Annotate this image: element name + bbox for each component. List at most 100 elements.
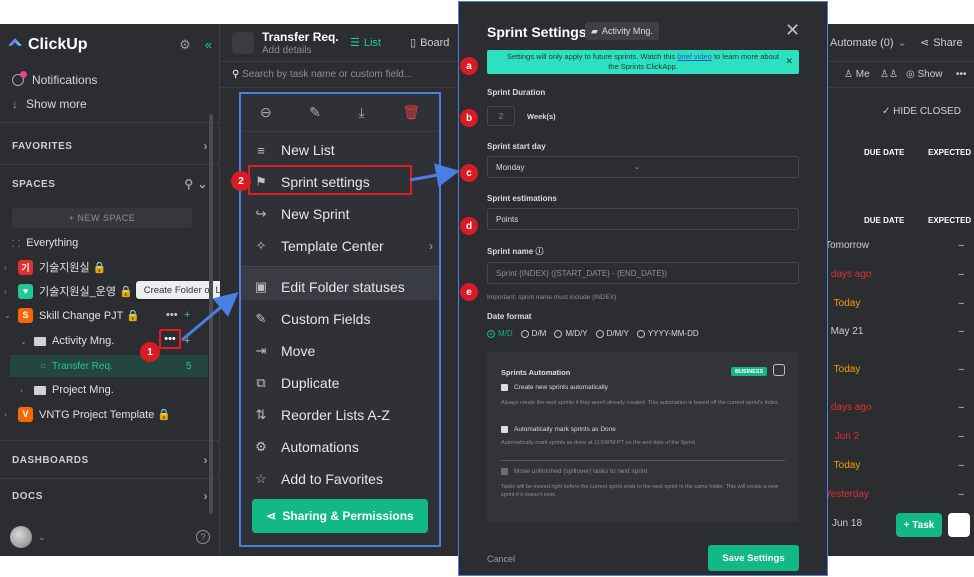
folder-activity-mng[interactable]: ⌄ Activity Mng. + [20, 331, 220, 351]
menu-item-icon: ☆ [255, 471, 267, 486]
menu-item[interactable]: ↪ New Sprint [253, 202, 433, 226]
spaces-header[interactable]: SPACES ⚲ ⌄ [12, 174, 208, 194]
space-avatar-icon: V [18, 406, 33, 422]
show-more-item[interactable]: ↓ Show more [12, 94, 87, 114]
docs-header[interactable]: DOCS › [12, 486, 208, 506]
estimations-label: Sprint estimations [487, 194, 557, 203]
sharing-permissions-button[interactable]: ⋖ Sharing & Permissions [252, 499, 428, 533]
docs-label: DOCS [12, 490, 43, 502]
share-icon: ⋖ [920, 37, 930, 49]
download-icon[interactable]: ⤓ [359, 104, 365, 121]
new-space-button[interactable]: + NEW SPACE [12, 208, 192, 228]
space-item-skill-change[interactable]: ⌄ S Skill Change PJT 🔒 ••• + [4, 305, 204, 325]
caret-right-icon[interactable]: › [4, 287, 12, 296]
menu-item[interactable]: ✎ Custom Fields [253, 307, 433, 331]
tab-board[interactable]: ▯ Board [410, 36, 449, 50]
collapse-sidebar-icon[interactable]: « [205, 37, 212, 53]
estimations-select[interactable]: Points [487, 208, 799, 230]
sidebar-scrollbar[interactable] [209, 114, 213, 514]
date-format-radio[interactable]: D/M [520, 329, 546, 338]
menu-item[interactable]: ⧉ Duplicate [253, 371, 433, 395]
caret-down-icon[interactable]: ⌄ [20, 337, 28, 346]
auto-done-checkbox[interactable]: Automatically mark sprints as Done [501, 426, 616, 433]
date-format-radio[interactable]: D/M/Y [595, 329, 629, 338]
save-settings-button[interactable]: Save Settings [708, 545, 799, 571]
list-title[interactable]: Transfer Req. [262, 30, 339, 44]
link-icon[interactable]: ⊖ [260, 104, 272, 121]
duration-input[interactable]: 2 [487, 106, 515, 126]
share-button[interactable]: ⋖ Share [920, 36, 963, 50]
share-label: Share [933, 36, 963, 49]
date-format-radio[interactable]: YYYY-MM-DD [636, 329, 699, 338]
brief-video-link[interactable]: brief video [677, 52, 712, 61]
col-expected[interactable]: EXPECTED [928, 148, 971, 157]
me-filter[interactable]: ♙ Me [844, 69, 870, 80]
show-toggle[interactable]: ◎ Show [906, 69, 943, 80]
trash-icon[interactable]: 🗑 [402, 104, 420, 121]
sprint-settings-modal: Sprint Settings ▰ Activity Mng. ✕ Settin… [458, 1, 828, 576]
notifications-item[interactable]: Notifications [12, 70, 97, 90]
menu-item[interactable]: ▣ Edit Folder statuses [253, 275, 433, 299]
user-avatar[interactable] [10, 526, 32, 548]
menu-item[interactable]: ☆ Add to Favorites [253, 467, 433, 491]
everything-item[interactable]: ⸬ Everything [12, 233, 212, 253]
menu-item[interactable]: ⇅ Reorder Lists A-Z [253, 403, 433, 427]
date-format-radio[interactable]: M/D [487, 329, 513, 338]
folder-project-mng[interactable]: › Project Mng. [20, 380, 220, 400]
more-dots-icon[interactable]: ••• [166, 309, 178, 321]
start-day-select[interactable]: Monday ⌄ [487, 156, 799, 178]
folder-chip: ▰ Activity Mng. [585, 22, 659, 40]
menu-item[interactable]: ⚙ Automations [253, 435, 433, 459]
sprint-name-hint: Important: sprint name must include {IND… [487, 294, 617, 301]
banner-close-icon[interactable]: ✕ [785, 56, 793, 66]
date-format-radio[interactable]: M/D/Y [554, 329, 588, 338]
chevron-right-icon: › [203, 489, 208, 503]
add-task-button[interactable]: + Task [896, 513, 942, 537]
pencil-icon[interactable]: ✎ [309, 104, 321, 121]
settings-gear-icon[interactable]: ⚙ [179, 37, 191, 53]
col-expected[interactable]: EXPECTED [928, 216, 971, 225]
auto-done-desc: Automatically mark sprints as done at 11… [501, 440, 697, 446]
checkbox-icon [501, 426, 508, 433]
expected-cell: – [958, 460, 964, 471]
col-due-date[interactable]: DUE DATE [864, 216, 904, 225]
close-icon[interactable]: ✕ [785, 20, 800, 41]
divider [0, 478, 220, 479]
sprint-name-input[interactable]: Sprint {INDEX} ({START_DATE} - {END_DATE… [487, 262, 799, 284]
space-avatar-icon: S [18, 307, 33, 323]
add-details-link[interactable]: Add details [262, 45, 311, 56]
arrow-down-icon: ↓ [12, 97, 18, 111]
chevron-down-icon[interactable]: ⌄ [38, 532, 46, 543]
list-icon[interactable] [232, 32, 254, 54]
context-menu-quick-actions: ⊖ ✎ ⤓ 🗑 [241, 94, 439, 132]
dashboards-header[interactable]: DASHBOARDS › [12, 450, 208, 470]
favorites-header[interactable]: FAVORITES › [12, 136, 208, 156]
menu-item[interactable]: ✧ Template Center › [253, 234, 433, 258]
auto-create-checkbox[interactable]: Create new sprints automatically [501, 384, 608, 391]
plus-icon[interactable]: + [184, 309, 190, 321]
search-chevron-icon[interactable]: ⚲ ⌄ [184, 177, 208, 191]
assignees-icon[interactable]: ♙♙ [880, 69, 898, 80]
menu-item[interactable]: ≡ New List [253, 138, 433, 162]
automate-button[interactable]: Automate (0) ⌄ [830, 36, 907, 50]
hide-closed-toggle[interactable]: ✓ HIDE CLOSED [882, 106, 961, 117]
menu-item[interactable]: ⚑ Sprint settings [253, 170, 433, 194]
menu-item[interactable]: ⇥ Move [253, 339, 433, 363]
plus-icon[interactable]: + [184, 335, 190, 347]
apps-grid-button[interactable] [948, 513, 970, 537]
caret-down-icon[interactable]: ⌄ [4, 311, 12, 320]
folder-more-button[interactable]: ••• [159, 329, 181, 349]
cancel-button[interactable]: Cancel [487, 554, 515, 564]
search-input[interactable]: ⚲ Search by task name or custom field... [232, 69, 412, 80]
logo-text: ClickUp [28, 36, 88, 53]
tab-list[interactable]: ☰ List [350, 36, 381, 50]
more-options-icon[interactable]: ••• [956, 69, 967, 80]
caret-right-icon[interactable]: › [4, 263, 12, 272]
caret-right-icon[interactable]: › [20, 386, 28, 395]
space-item[interactable]: › V VNTG Project Template 🔒 [4, 404, 204, 424]
caret-right-icon[interactable]: › [4, 410, 12, 419]
col-due-date[interactable]: DUE DATE [864, 148, 904, 157]
space-item[interactable]: › 기 기술지원실 🔒 [4, 257, 204, 277]
auto-move-checkbox[interactable]: Move unfinished (spillover) tasks to nex… [501, 468, 647, 475]
help-icon[interactable]: ? [196, 530, 210, 544]
